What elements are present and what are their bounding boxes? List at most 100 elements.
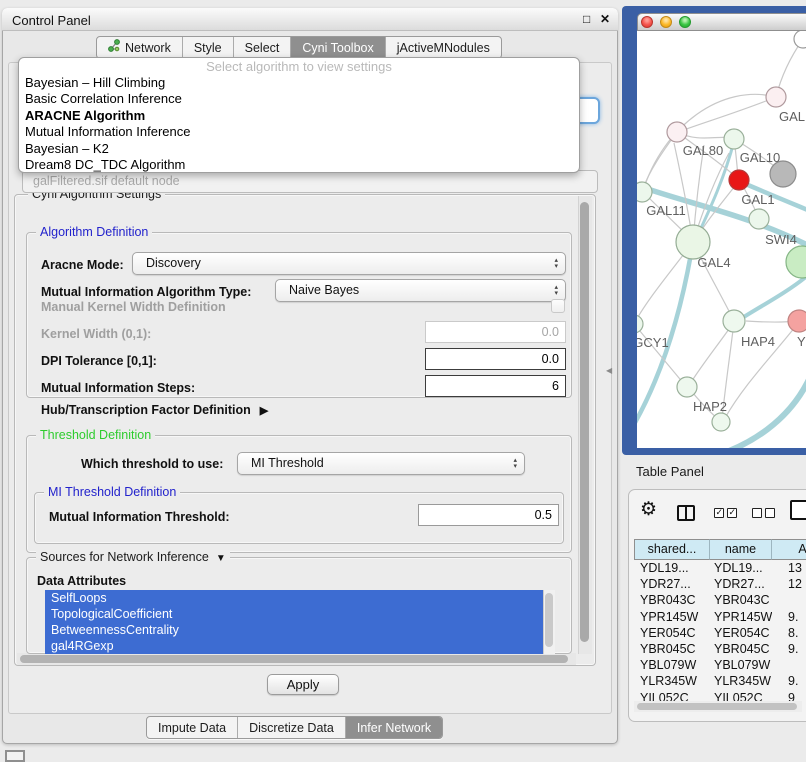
table-row[interactable]: YDR27...YDR27...12 bbox=[634, 576, 806, 592]
table-horizontal-scrollbar-thumb[interactable] bbox=[637, 703, 797, 710]
table-cell: YDR27... bbox=[710, 576, 772, 592]
algorithm-option-basic-correlation-inference[interactable]: Basic Correlation Inference bbox=[19, 91, 579, 107]
network-node-gal10[interactable] bbox=[724, 129, 744, 149]
table-row[interactable]: YDL19...YDL19...13 bbox=[634, 560, 806, 576]
aracne-mode-combo[interactable]: Discovery bbox=[132, 252, 566, 275]
table-row[interactable]: YBL079WYBL079W bbox=[634, 657, 806, 673]
table-cell bbox=[772, 657, 806, 673]
algorithm-option-aracne-algorithm[interactable]: ARACNE Algorithm bbox=[19, 108, 579, 124]
tab-impute-data[interactable]: Impute Data bbox=[147, 717, 237, 738]
network-node[interactable] bbox=[794, 31, 806, 48]
network-node[interactable] bbox=[786, 246, 806, 278]
node-label-gal10: GAL10 bbox=[740, 150, 780, 165]
which-threshold-combo[interactable]: MI Threshold bbox=[237, 452, 525, 475]
network-node-y[interactable] bbox=[788, 310, 806, 332]
attributes-list-scrollbar-thumb[interactable] bbox=[545, 593, 553, 647]
algorithm-dropdown-popup: Select algorithm to view settings Bayesi… bbox=[18, 57, 580, 173]
kernel-width-label: Kernel Width (0,1): bbox=[41, 327, 151, 341]
table-panel-title: Table Panel bbox=[636, 464, 704, 479]
settings-horizontal-scrollbar-thumb[interactable] bbox=[20, 655, 568, 663]
node-label-gcy1: GCY1 bbox=[637, 335, 669, 350]
table-row[interactable]: YLR345WYLR345W9. bbox=[634, 673, 806, 689]
screenshot-root: Control Panel □ ✕ NetworkStyleSelect Cyni… bbox=[0, 0, 806, 762]
mi-algorithm-type-combo[interactable]: Naive Bayes bbox=[275, 279, 566, 302]
page-icon[interactable] bbox=[790, 500, 806, 520]
node-label-gal11: GAL11 bbox=[646, 203, 686, 218]
splitter-collapse-icon[interactable]: ◀ bbox=[606, 366, 612, 375]
table-cell: 13 bbox=[772, 560, 806, 576]
network-node[interactable] bbox=[712, 413, 730, 431]
attribute-item-gal4rgexp[interactable]: gal4RGexp bbox=[45, 638, 543, 654]
settings-vertical-scrollbar-thumb[interactable] bbox=[580, 202, 589, 642]
column-header-a[interactable]: A bbox=[772, 539, 806, 560]
tab-cyni-toolbox[interactable]: Cyni Toolbox bbox=[290, 37, 384, 58]
hub-transcription-factor-expander[interactable]: Hub/Transcription Factor Definition bbox=[41, 403, 268, 417]
apply-button[interactable]: Apply bbox=[267, 674, 339, 695]
tab-select[interactable]: Select bbox=[233, 37, 291, 58]
stepper-arrows-icon bbox=[513, 453, 517, 474]
network-node-hap4[interactable] bbox=[723, 310, 745, 332]
table-cell: 12 bbox=[772, 576, 806, 592]
table-row[interactable]: YIL052CYIL052C9 bbox=[634, 690, 806, 702]
node-label-gal: GAL bbox=[779, 109, 805, 124]
table-row[interactable]: YBR043CYBR043C bbox=[634, 592, 806, 608]
algorithm-option-bayesian-hill-climbing[interactable]: Bayesian – Hill Climbing bbox=[19, 75, 579, 91]
network-node-gal80[interactable] bbox=[667, 122, 687, 142]
tab-infer-network[interactable]: Infer Network bbox=[345, 717, 442, 738]
sources-collapser[interactable]: Sources for Network Inference bbox=[36, 551, 230, 565]
deselect-all-checkboxes-icon[interactable] bbox=[752, 508, 775, 518]
attribute-item-topologicalcoefficient[interactable]: TopologicalCoefficient bbox=[45, 606, 543, 622]
data-attributes-label: Data Attributes bbox=[37, 574, 126, 588]
tab-style[interactable]: Style bbox=[182, 37, 233, 58]
attribute-item-betweennesscentrality[interactable]: BetweennessCentrality bbox=[45, 622, 543, 638]
close-traffic-light-icon[interactable] bbox=[641, 16, 653, 28]
kernel-width-field[interactable]: 0.0 bbox=[425, 321, 566, 343]
tab-label: Discretize Data bbox=[249, 717, 334, 739]
network-node-gal[interactable] bbox=[766, 87, 786, 107]
table-row[interactable]: YER054CYER054C8. bbox=[634, 625, 806, 641]
network-node-hap2[interactable] bbox=[677, 377, 697, 397]
control-panel-tabbar: NetworkStyleSelect Cyni Toolbox jActiveMNo… bbox=[96, 36, 502, 59]
table-row[interactable]: YPR145WYPR145W9. bbox=[634, 609, 806, 625]
algorithm-option-dream8-dc-tdc-algorithm[interactable]: Dream8 DC_TDC Algorithm bbox=[19, 157, 579, 173]
network-node-swi4[interactable] bbox=[749, 209, 769, 229]
tab-network[interactable]: Network bbox=[97, 37, 182, 58]
stepper-arrows-icon bbox=[554, 253, 558, 274]
tab-discretize-data[interactable]: Discretize Data bbox=[237, 717, 345, 738]
minimize-traffic-light-icon[interactable] bbox=[660, 16, 672, 28]
table-row[interactable]: YBR045CYBR045C9. bbox=[634, 641, 806, 657]
control-panel-title: Control Panel bbox=[12, 13, 91, 28]
data-attributes-list[interactable]: SelfLoopsTopologicalCoefficientBetweenne… bbox=[45, 590, 543, 654]
split-columns-icon[interactable] bbox=[677, 505, 695, 521]
network-node-gal1[interactable] bbox=[729, 170, 749, 190]
select-all-checkboxes-icon[interactable] bbox=[714, 508, 737, 518]
gear-icon[interactable]: ⚙ bbox=[640, 500, 657, 520]
mi-steps-field[interactable]: 6 bbox=[425, 375, 566, 397]
node-label-hap2: HAP2 bbox=[693, 399, 727, 414]
unchecked-box-icon bbox=[765, 508, 775, 518]
column-header-name[interactable]: name bbox=[710, 539, 772, 560]
attribute-item-selfloops[interactable]: SelfLoops bbox=[45, 590, 543, 606]
algorithm-option-bayesian-k2[interactable]: Bayesian – K2 bbox=[19, 141, 579, 157]
network-node-gal11[interactable] bbox=[637, 182, 652, 202]
bottom-left-button-fragment[interactable] bbox=[5, 750, 25, 762]
mi-threshold-field[interactable]: 0.5 bbox=[418, 504, 559, 526]
tab-jactivemnodules[interactable]: jActiveMNodules bbox=[385, 37, 501, 58]
network-node-gal4[interactable] bbox=[676, 225, 710, 259]
network-node-gcy1[interactable] bbox=[637, 315, 643, 333]
network-canvas[interactable]: GALGAL80GAL10GAL1GAL11SWI4GAL4GCY1HAP4YH… bbox=[637, 31, 806, 448]
float-window-icon[interactable]: □ bbox=[583, 12, 598, 26]
control-panel-titlebar[interactable] bbox=[2, 8, 618, 31]
close-window-icon[interactable]: ✕ bbox=[600, 12, 610, 26]
dpi-tolerance-field[interactable]: 0.0 bbox=[425, 348, 566, 370]
node-label-y: Y bbox=[797, 334, 806, 349]
manual-kernel-width-checkbox[interactable] bbox=[551, 299, 565, 313]
zoom-traffic-light-icon[interactable] bbox=[679, 16, 691, 28]
node-table: shared...nameA YDL19...YDL19...13YDR27..… bbox=[634, 539, 806, 701]
column-header-shared[interactable]: shared... bbox=[634, 539, 710, 560]
network-selector-combo[interactable]: galFiltered.sif default node bbox=[22, 170, 598, 193]
table-cell: YBL079W bbox=[710, 657, 772, 673]
algorithm-option-mutual-information-inference[interactable]: Mutual Information Inference bbox=[19, 124, 579, 140]
tab-label: Cyni Toolbox bbox=[302, 37, 373, 59]
checked-box-icon bbox=[714, 508, 724, 518]
